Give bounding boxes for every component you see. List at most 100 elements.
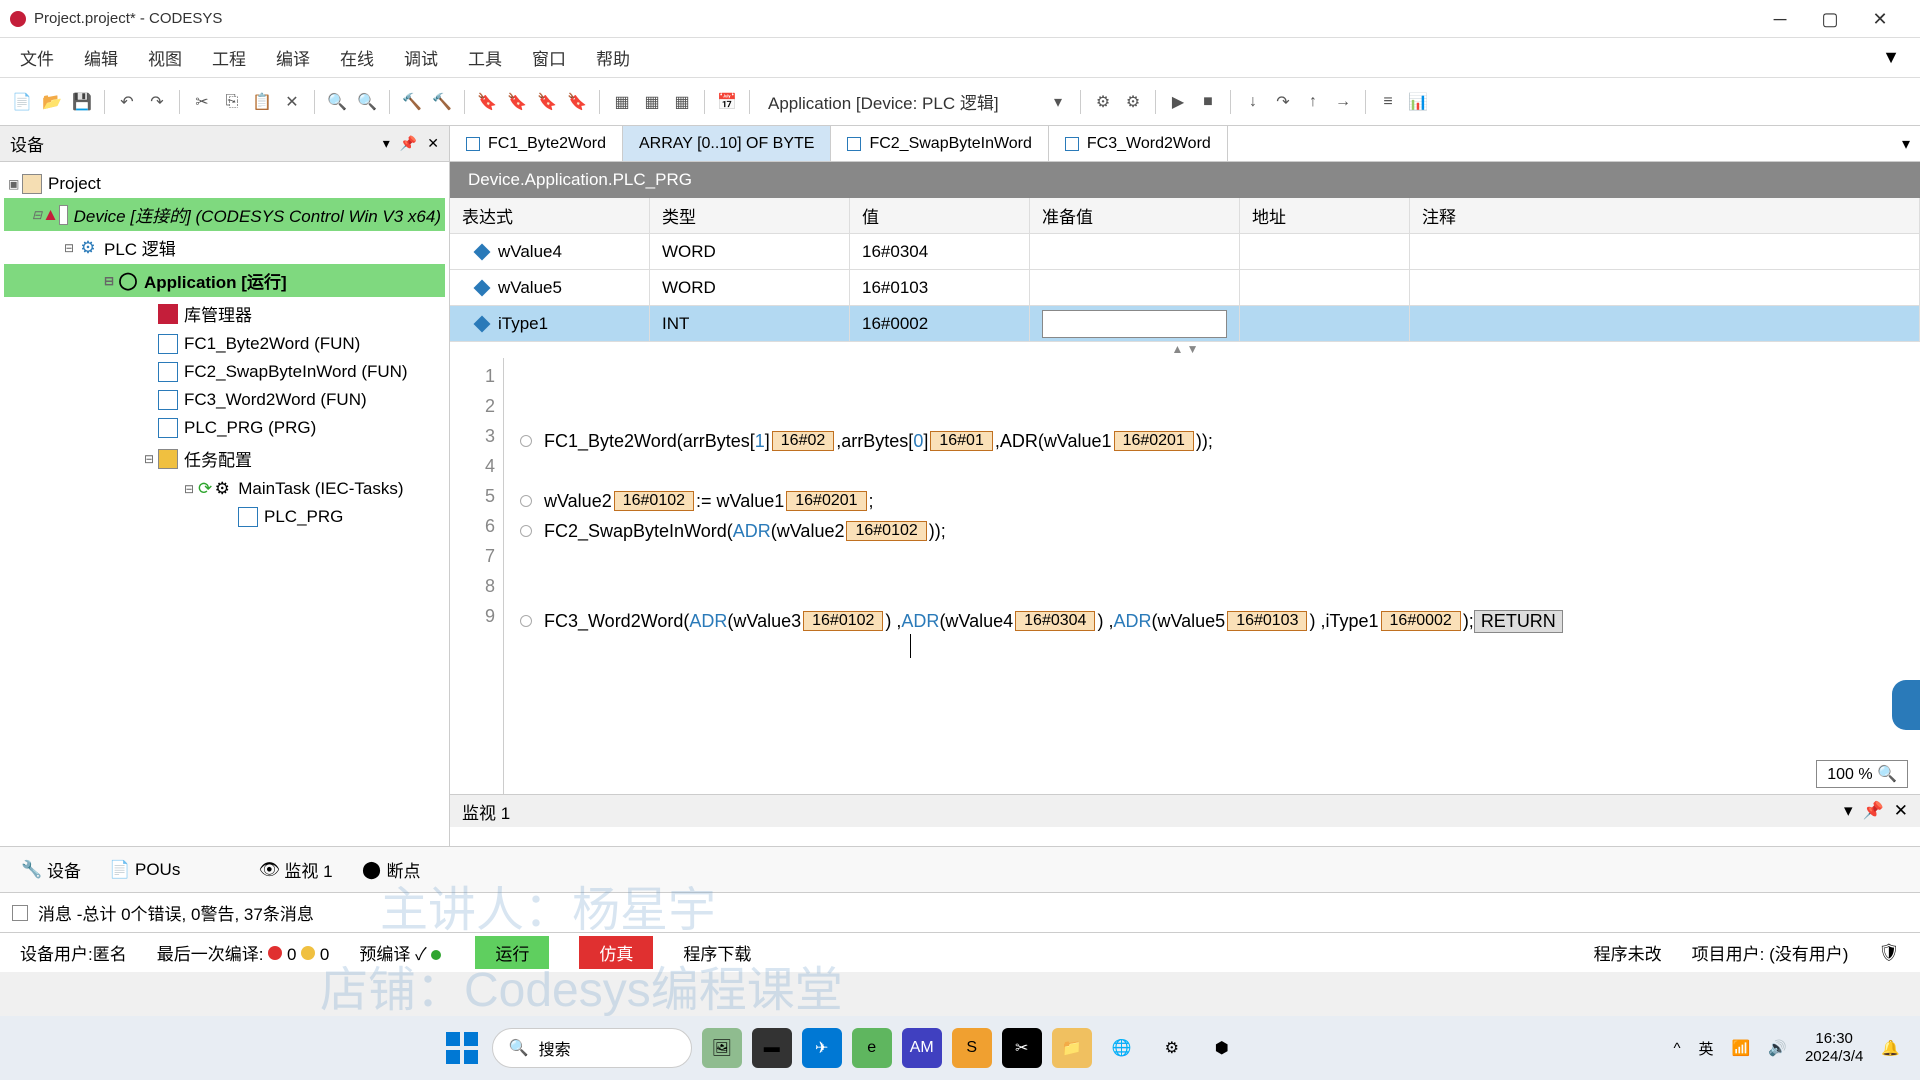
menu-online[interactable]: 在线 (340, 45, 374, 70)
tab-array[interactable]: ARRAY [0..10] OF BYTE (623, 126, 831, 161)
copy-icon[interactable]: ⎘ (220, 90, 244, 114)
tab-fc2[interactable]: FC2_SwapByteInWord (831, 126, 1048, 161)
taskbar-settings[interactable]: ⚙ (1152, 1028, 1192, 1068)
tb-misc2-icon[interactable]: ▦ (640, 90, 664, 114)
minimize-button[interactable]: ─ (1770, 9, 1790, 29)
system-tray[interactable]: ^ 英 📶 🔊 16:30 2024/3/4 🔔 (1674, 1030, 1901, 1066)
taskbar-app[interactable]: S (952, 1028, 992, 1068)
open-icon[interactable]: 📂 (40, 90, 64, 114)
menu-file[interactable]: 文件 (20, 45, 54, 70)
tray-ime[interactable]: 英 (1699, 1038, 1714, 1059)
bookmark-icon[interactable]: 🔖 (475, 90, 499, 114)
tree-fc3[interactable]: FC3_Word2Word (FUN) (4, 386, 445, 414)
prepared-value-input[interactable] (1042, 310, 1227, 338)
save-icon[interactable]: 💾 (70, 90, 94, 114)
bookmark-clear-icon[interactable]: 🔖 (565, 90, 589, 114)
tree-lib-manager[interactable]: 库管理器 (4, 297, 445, 330)
side-tab[interactable] (1892, 680, 1920, 730)
tb-misc3-icon[interactable]: ▦ (670, 90, 694, 114)
tab-pous[interactable]: 📄 POUs (96, 853, 195, 887)
tray-chevron-icon[interactable]: ^ (1674, 1040, 1681, 1057)
tab-breakpoints[interactable]: ⬤ 断点 (348, 850, 436, 889)
watch-dropdown-icon[interactable]: ▾ (1844, 801, 1853, 821)
taskbar-app[interactable]: 🖼 (702, 1028, 742, 1068)
col-prepared[interactable]: 准备值 (1030, 198, 1240, 233)
var-row-wvalue5[interactable]: wValue5 WORD 16#0103 (450, 270, 1920, 306)
breakpoint-slot[interactable] (520, 615, 532, 627)
splitter-handle[interactable]: ▲ ▼ (450, 342, 1920, 358)
start-icon[interactable]: ▶ (1166, 90, 1190, 114)
shield-icon[interactable]: 🛡 (1878, 943, 1900, 963)
menu-help[interactable]: 帮助 (596, 45, 630, 70)
tab-watch1[interactable]: 👁 监视 1 (245, 850, 347, 889)
build-icon[interactable]: 🔨 (400, 90, 424, 114)
menu-edit[interactable]: 编辑 (84, 45, 118, 70)
calendar-icon[interactable]: 📅 (715, 90, 739, 114)
tab-fc3[interactable]: FC3_Word2Word (1049, 126, 1228, 161)
tray-clock[interactable]: 16:30 2024/3/4 (1805, 1030, 1863, 1066)
tray-notifications-icon[interactable]: 🔔 (1881, 1039, 1900, 1057)
col-expression[interactable]: 表达式 (450, 198, 650, 233)
code-editor[interactable]: 123456789 FC1_Byte2Word(arrBytes[1] 16#0… (450, 358, 1920, 794)
menu-window[interactable]: 窗口 (532, 45, 566, 70)
taskbar-app[interactable]: ✂ (1002, 1028, 1042, 1068)
paste-icon[interactable]: 📋 (250, 90, 274, 114)
col-value[interactable]: 值 (850, 198, 1030, 233)
bookmark-next-icon[interactable]: 🔖 (535, 90, 559, 114)
tabs-dropdown-icon[interactable]: ▾ (1892, 126, 1920, 161)
tray-volume-icon[interactable]: 🔊 (1768, 1039, 1787, 1057)
start-button[interactable] (442, 1028, 482, 1068)
logout-icon[interactable]: ⚙ (1121, 90, 1145, 114)
maximize-button[interactable]: ▢ (1820, 9, 1840, 29)
watch-pin-icon[interactable]: 📌 (1863, 801, 1884, 821)
menu-view[interactable]: 视图 (148, 45, 182, 70)
step-over-icon[interactable]: ↷ (1271, 90, 1295, 114)
redo-icon[interactable]: ↷ (145, 90, 169, 114)
bookmark-prev-icon[interactable]: 🔖 (505, 90, 529, 114)
cut-icon[interactable]: ✂ (190, 90, 214, 114)
tree-plc-prg2[interactable]: PLC_PRG (4, 503, 445, 531)
breakpoint-slot[interactable] (520, 435, 532, 447)
stop-icon[interactable]: ■ (1196, 90, 1220, 114)
col-address[interactable]: 地址 (1240, 198, 1410, 233)
step-into-icon[interactable]: ↓ (1241, 90, 1265, 114)
breakpoint-slot[interactable] (520, 525, 532, 537)
taskbar-explorer[interactable]: 📁 (1052, 1028, 1092, 1068)
menu-project[interactable]: 工程 (212, 45, 246, 70)
application-combo[interactable]: Application [Device: PLC 逻辑] (760, 87, 1040, 116)
zoom-level[interactable]: 100 % 🔍 (1816, 760, 1908, 788)
delete-icon[interactable]: ✕ (280, 90, 304, 114)
tb-trace-icon[interactable]: ≡ (1376, 90, 1400, 114)
watch-close-icon[interactable]: ✕ (1894, 801, 1908, 821)
panel-close-icon[interactable]: ✕ (427, 135, 439, 152)
tree-plc-logic[interactable]: ⊟ ⚙ PLC 逻辑 (4, 231, 445, 264)
taskbar-edge[interactable]: 🌐 (1102, 1028, 1142, 1068)
tree-application[interactable]: ⊟ ◯ Application [运行] (4, 264, 445, 297)
undo-icon[interactable]: ↶ (115, 90, 139, 114)
tree-device[interactable]: ⊟ ▲ Device [连接的] (CODESYS Control Win V3… (4, 198, 445, 231)
tb-misc1-icon[interactable]: ▦ (610, 90, 634, 114)
tree-fc2[interactable]: FC2_SwapByteInWord (FUN) (4, 358, 445, 386)
col-comment[interactable]: 注释 (1410, 198, 1920, 233)
close-button[interactable]: ✕ (1870, 9, 1890, 29)
find-icon[interactable]: 🔍 (325, 90, 349, 114)
taskbar-codesys[interactable]: ⬢ (1202, 1028, 1242, 1068)
login-icon[interactable]: ⚙ (1091, 90, 1115, 114)
taskbar-app[interactable]: e (852, 1028, 892, 1068)
breakpoint-slot[interactable] (520, 495, 532, 507)
tree-project[interactable]: ▣ Project (4, 170, 445, 198)
var-row-wvalue4[interactable]: wValue4 WORD 16#0304 (450, 234, 1920, 270)
tb-chart-icon[interactable]: 📊 (1406, 90, 1430, 114)
tree-task-config[interactable]: ⊟ 任务配置 (4, 442, 445, 475)
combo-dropdown-icon[interactable]: ▾ (1046, 90, 1070, 114)
taskbar-app[interactable]: ✈ (802, 1028, 842, 1068)
tree-plc-prg[interactable]: PLC_PRG (PRG) (4, 414, 445, 442)
collapse-icon[interactable]: ▼ (1882, 47, 1900, 68)
taskbar-search[interactable]: 🔍 搜索 (492, 1028, 692, 1068)
col-type[interactable]: 类型 (650, 198, 850, 233)
tray-network-icon[interactable]: 📶 (1732, 1039, 1751, 1057)
tree-maintask[interactable]: ⊟ ⟳ ⚙ MainTask (IEC-Tasks) (4, 475, 445, 503)
panel-pin-icon[interactable]: 📌 (400, 135, 417, 152)
message-bar[interactable]: 消息 -总计 0个错误, 0警告, 37条消息 (0, 892, 1920, 932)
run-to-cursor-icon[interactable]: → (1331, 90, 1355, 114)
